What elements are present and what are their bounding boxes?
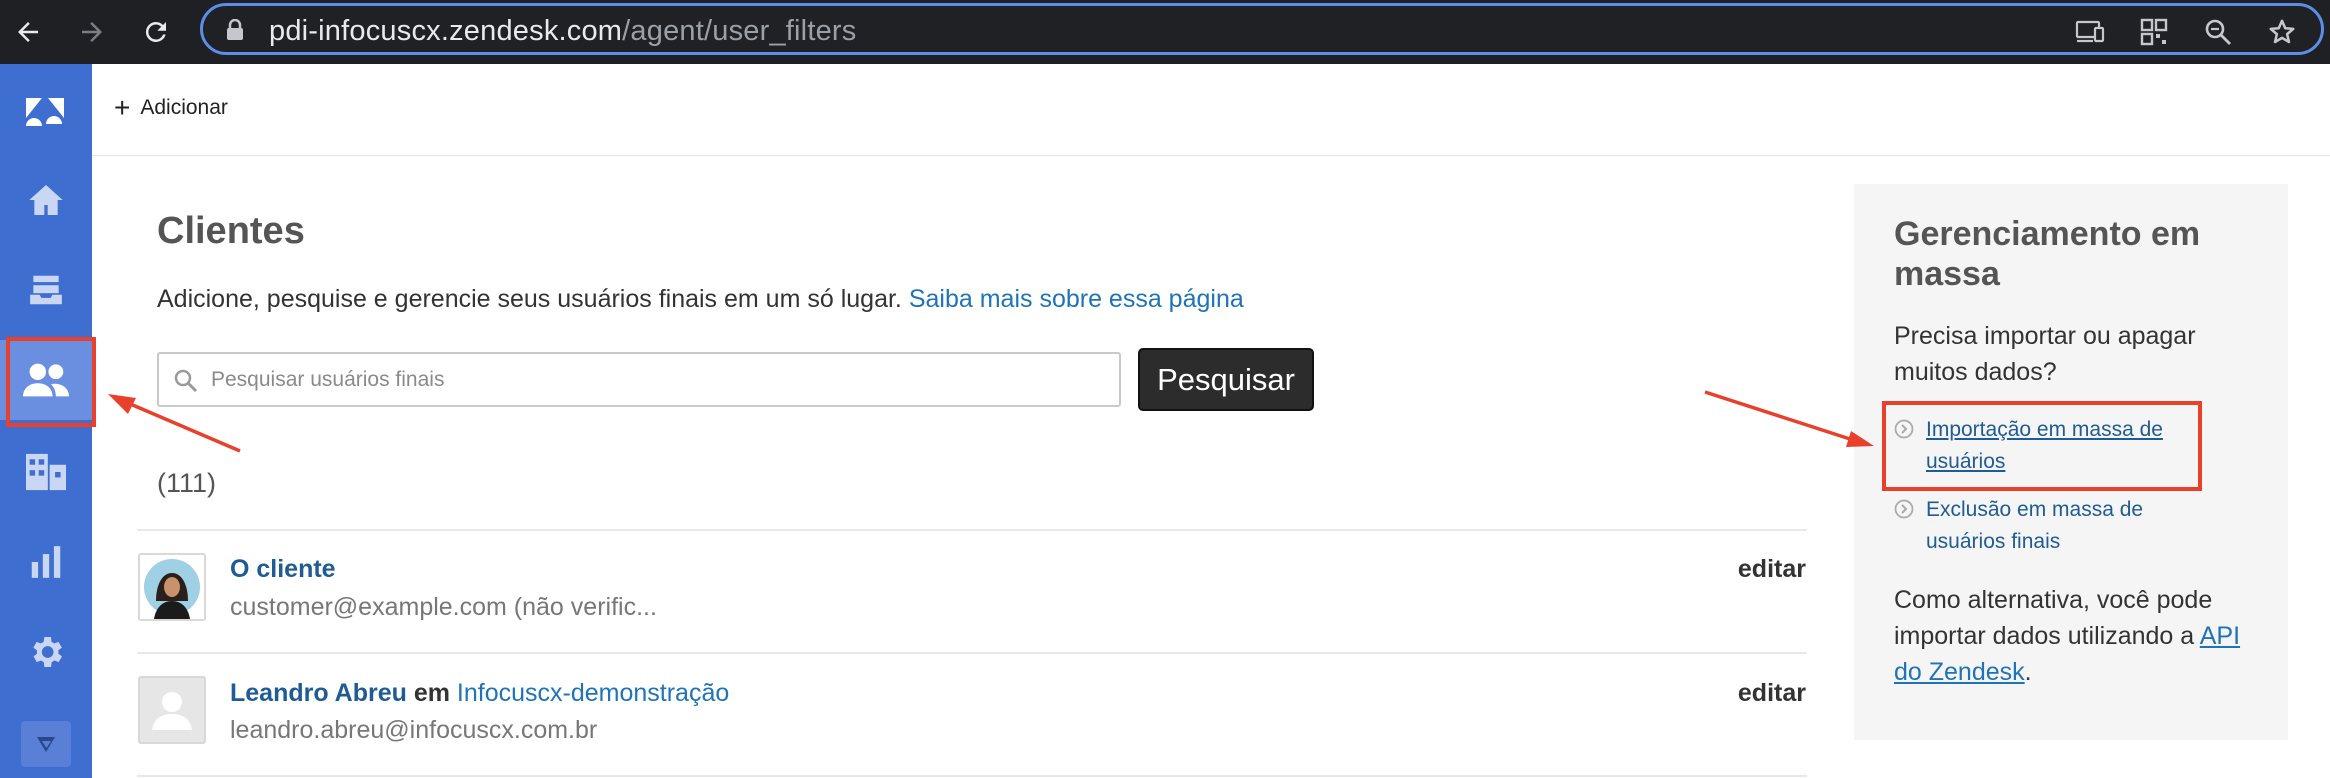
- zendesk-logo-icon[interactable]: [0, 72, 92, 152]
- home-icon[interactable]: [0, 160, 92, 240]
- user-name[interactable]: Leandro Abreu em Infocuscx-demonstração: [230, 679, 729, 708]
- panel-title: Gerenciamento em massa: [1894, 215, 2201, 293]
- reload-icon[interactable]: [134, 10, 178, 54]
- plus-icon: +: [114, 92, 131, 123]
- back-arrow-icon[interactable]: [6, 10, 50, 54]
- cast-icon[interactable]: [2073, 15, 2107, 49]
- search-icon: [174, 369, 198, 393]
- add-button-label: Adicionar: [140, 96, 228, 119]
- arrow-head: [108, 394, 136, 414]
- divider: [137, 529, 1807, 531]
- reporting-icon[interactable]: [0, 522, 92, 602]
- user-org-preposition: em: [413, 679, 450, 707]
- address-bar[interactable]: pdi-infocuscx.zendesk.com/agent/user_fil…: [200, 3, 2324, 55]
- zoom-icon[interactable]: [2201, 15, 2235, 49]
- add-button[interactable]: + Adicionar: [114, 94, 228, 122]
- bulk-delete-link-item[interactable]: Exclusão em massa de usuários finais: [1894, 494, 2226, 558]
- search-button[interactable]: Pesquisar: [1138, 348, 1314, 411]
- top-bar: + Adicionar: [92, 64, 2330, 156]
- arrow-to-sidebar: [127, 401, 241, 453]
- import-link-highlight-annotation: [1882, 401, 2202, 491]
- browser-toolbar: pdi-infocuscx.zendesk.com/agent/user_fil…: [0, 0, 2330, 64]
- edit-link[interactable]: editar: [1738, 679, 1806, 708]
- divider: [137, 652, 1807, 654]
- avatar[interactable]: [138, 676, 206, 744]
- description-text: Adicione, pesquise e gerencie seus usuár…: [157, 285, 902, 313]
- learn-more-link[interactable]: Saiba mais sobre essa página: [909, 285, 1244, 313]
- views-icon[interactable]: [0, 250, 92, 330]
- apps-icon[interactable]: [0, 720, 92, 768]
- avatar[interactable]: [138, 553, 206, 621]
- user-organization-link[interactable]: Infocuscx-demonstração: [457, 679, 729, 707]
- arrow-to-import-link: [1704, 390, 1851, 441]
- forward-arrow-icon[interactable]: [70, 10, 114, 54]
- page-description: Adicione, pesquise e gerencie seus usuár…: [157, 285, 1244, 314]
- lock-icon[interactable]: [225, 19, 245, 41]
- sidebar-highlight-annotation: [6, 337, 96, 427]
- search-box[interactable]: [157, 352, 1121, 407]
- result-count: (111): [157, 468, 217, 498]
- organizations-icon[interactable]: [0, 432, 92, 512]
- edit-link[interactable]: editar: [1738, 555, 1806, 584]
- user-email: customer@example.com (não verific...: [230, 593, 657, 621]
- divider: [137, 775, 1807, 777]
- alternative-text: Como alternativa, você pode importar dad…: [1894, 586, 2213, 650]
- admin-gear-icon[interactable]: [0, 612, 92, 692]
- bulk-delete-link[interactable]: Exclusão em massa de usuários finais: [1926, 494, 2226, 558]
- search-input[interactable]: [211, 354, 1101, 405]
- chevron-circle-icon: [1894, 499, 1914, 519]
- user-name[interactable]: O cliente: [230, 555, 336, 584]
- star-icon[interactable]: [2265, 15, 2299, 49]
- period-text: .: [2024, 658, 2032, 686]
- url-text[interactable]: pdi-infocuscx.zendesk.com/agent/user_fil…: [269, 15, 856, 48]
- user-email: leandro.abreu@infocuscx.com.br: [230, 716, 598, 744]
- panel-alternative-text: Como alternativa, você pode importar dad…: [1894, 582, 2264, 690]
- qr-code-icon[interactable]: [2137, 15, 2171, 49]
- page-title: Clientes: [157, 210, 305, 252]
- panel-question: Precisa importar ou apagar muitos dados?: [1894, 322, 2196, 386]
